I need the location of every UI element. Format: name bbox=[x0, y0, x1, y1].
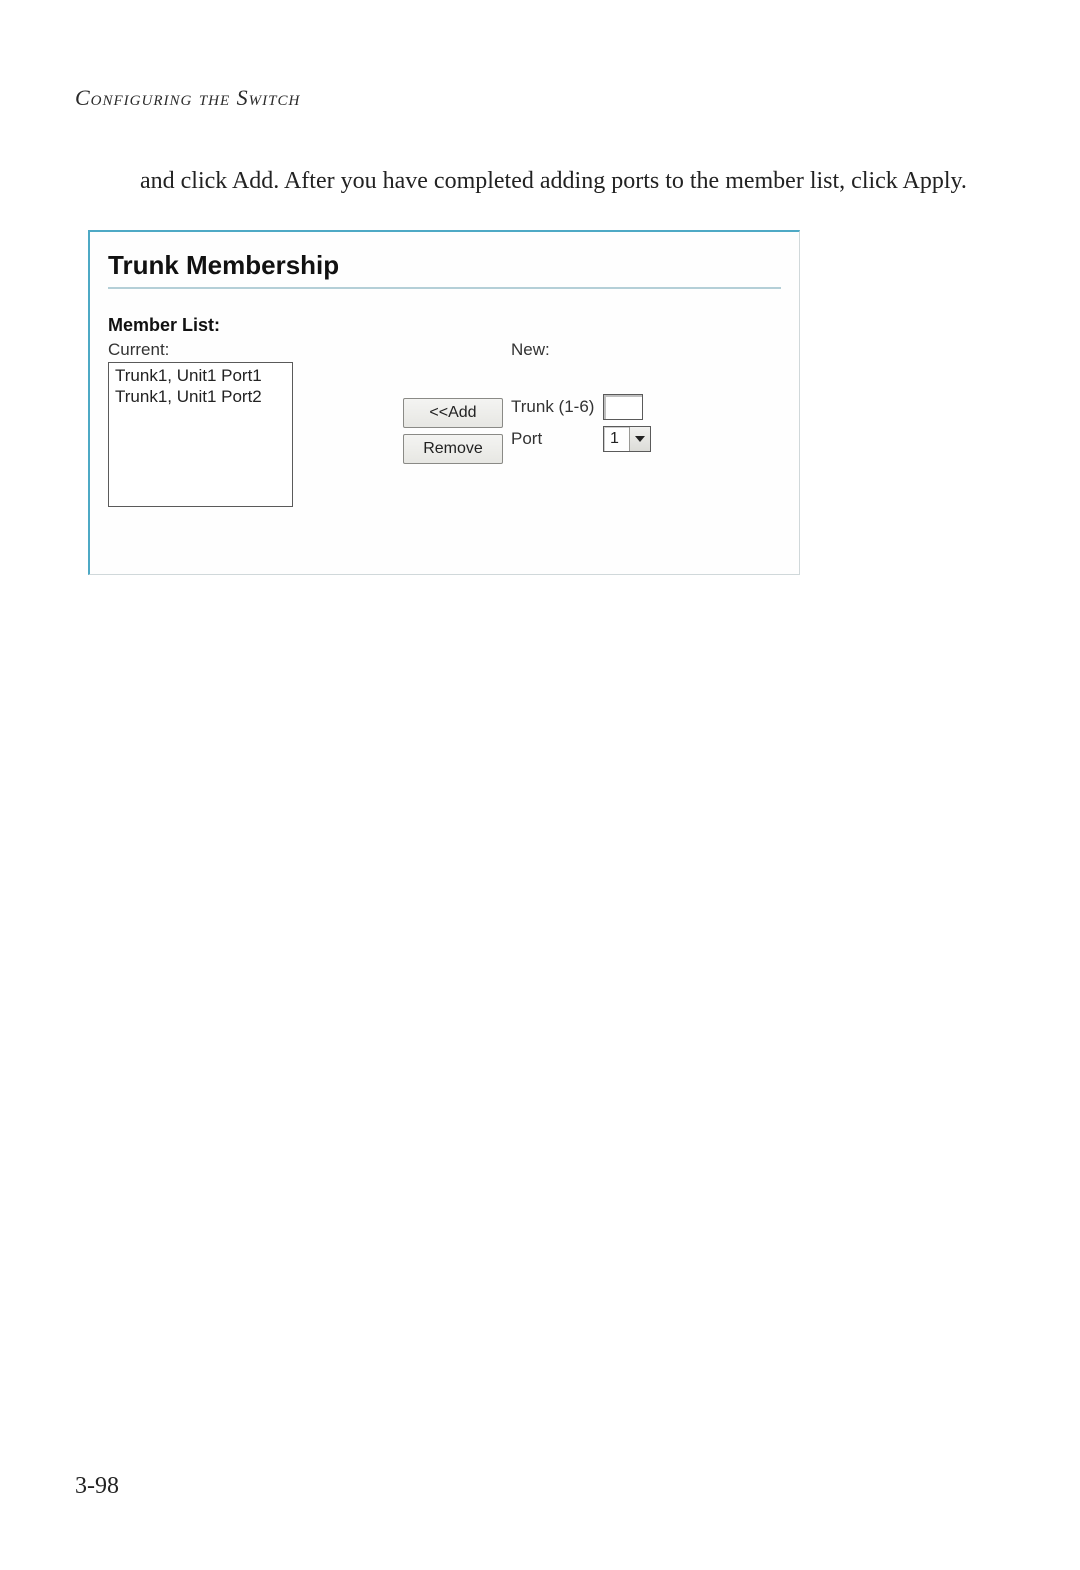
panel-title: Trunk Membership bbox=[108, 250, 781, 281]
port-select[interactable]: 1 bbox=[603, 426, 651, 452]
page-number: 3-98 bbox=[75, 1473, 119, 1500]
trunk-membership-panel: Trunk Membership Member List: Current: T… bbox=[88, 230, 800, 575]
port-select-value: 1 bbox=[604, 430, 629, 448]
current-label: Current: bbox=[108, 340, 403, 360]
trunk-input[interactable] bbox=[603, 394, 643, 420]
remove-button[interactable]: Remove bbox=[403, 434, 503, 464]
trunk-field-label: Trunk (1-6) bbox=[511, 397, 603, 417]
chevron-down-icon[interactable] bbox=[629, 427, 650, 451]
list-item[interactable]: Trunk1, Unit1 Port1 bbox=[115, 365, 286, 386]
panel-divider bbox=[108, 287, 781, 289]
body-paragraph: and click Add. After you have completed … bbox=[140, 165, 1005, 197]
member-list-label: Member List: bbox=[108, 315, 781, 336]
add-button[interactable]: <<Add bbox=[403, 398, 503, 428]
current-listbox[interactable]: Trunk1, Unit1 Port1 Trunk1, Unit1 Port2 bbox=[108, 362, 293, 507]
port-field-label: Port bbox=[511, 429, 603, 449]
running-header: Configuring the Switch bbox=[75, 85, 300, 111]
new-label: New: bbox=[511, 340, 651, 360]
list-item[interactable]: Trunk1, Unit1 Port2 bbox=[115, 386, 286, 407]
